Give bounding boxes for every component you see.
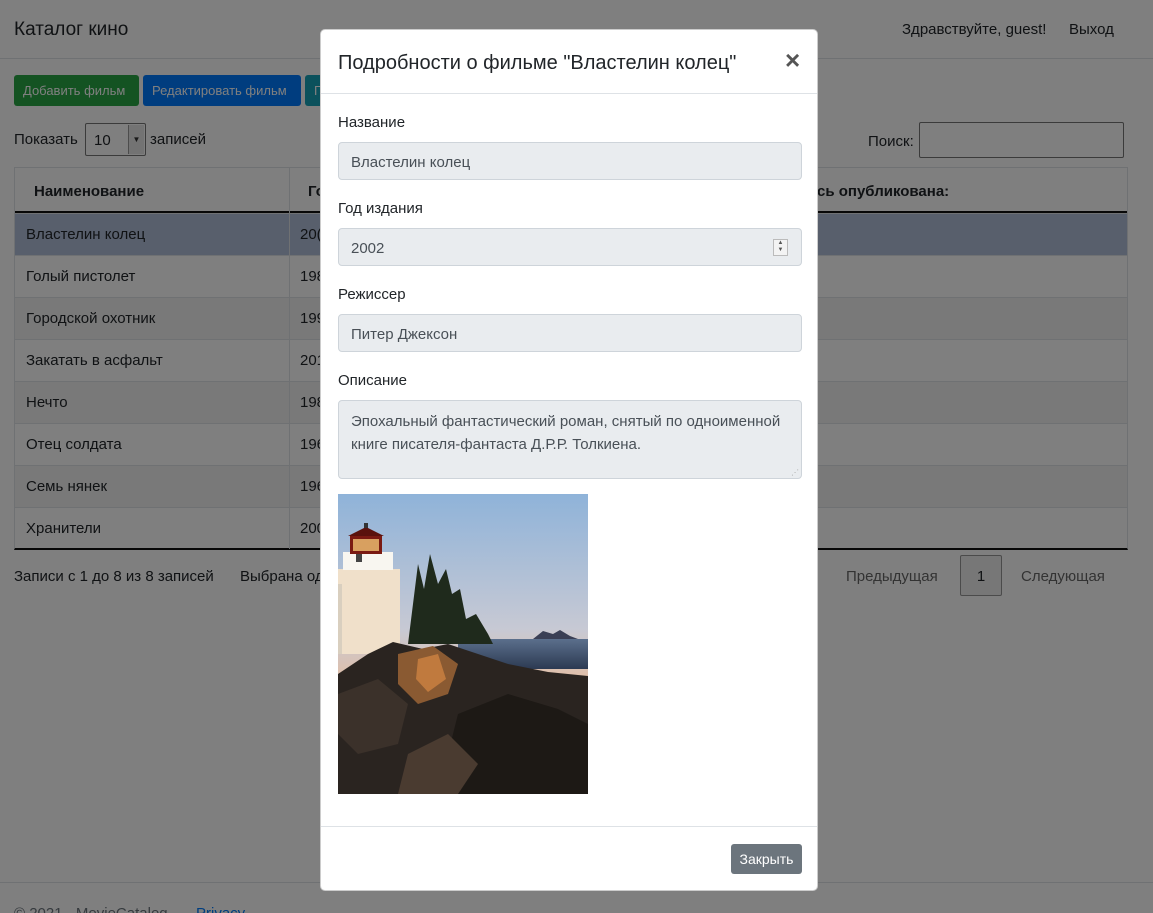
modal-title: Подробности о фильме "Властелин колец"	[338, 52, 737, 74]
name-label: Название	[338, 114, 406, 131]
movie-poster-image	[338, 494, 588, 794]
spinner-arrows-icon[interactable]: ▲ ▼	[773, 239, 788, 256]
movie-details-modal: Подробности о фильме "Властелин колец" ×…	[320, 29, 818, 891]
year-field[interactable]: 2002 ▲ ▼	[338, 228, 802, 266]
close-button[interactable]: Закрыть	[731, 844, 802, 874]
description-field[interactable]: Эпохальный фантастический роман, снятый …	[338, 400, 802, 479]
year-label: Год издания	[338, 200, 423, 217]
resize-grip-icon[interactable]: ⋰	[791, 468, 799, 477]
name-field[interactable]: Властелин колец	[338, 142, 802, 180]
director-field[interactable]: Питер Джексон	[338, 314, 802, 352]
modal-footer: Закрыть	[321, 826, 817, 891]
description-label: Описание	[338, 372, 408, 389]
name-value: Властелин колец	[351, 154, 471, 171]
director-value: Питер Джексон	[351, 326, 458, 343]
description-value: Эпохальный фантастический роман, снятый …	[351, 413, 781, 453]
close-icon[interactable]: ×	[785, 47, 800, 73]
modal-header: Подробности о фильме "Властелин колец" ×	[321, 30, 817, 94]
director-label: Режиссер	[338, 286, 406, 303]
year-value: 2002	[351, 240, 385, 257]
